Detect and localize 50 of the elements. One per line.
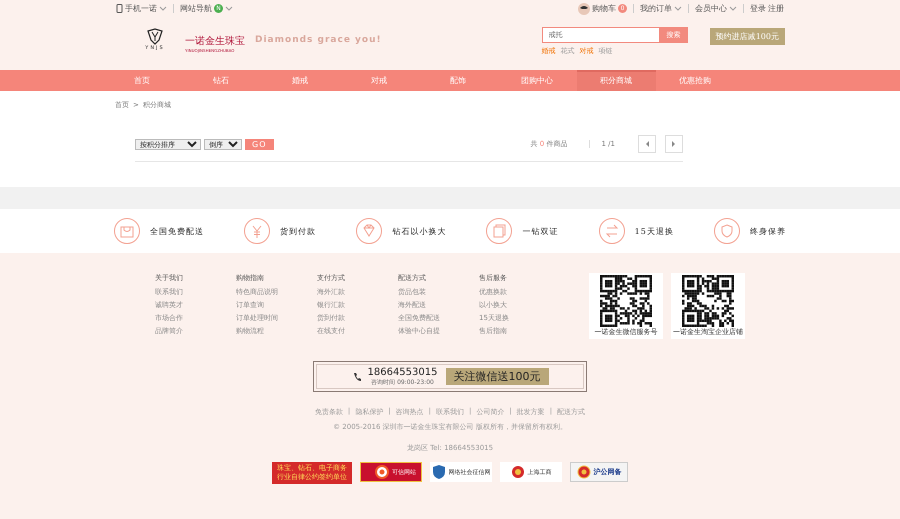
police-emblem-icon xyxy=(576,465,590,479)
brand-name: 一诺金生珠宝 xyxy=(185,34,245,48)
emblem-icon xyxy=(510,465,524,479)
swap-arrows-icon xyxy=(598,218,626,244)
left-triangle-icon xyxy=(644,140,650,148)
nav-tab[interactable]: 团购中心 xyxy=(498,70,576,91)
auth-link[interactable]: 登录 xyxy=(750,3,766,14)
feature-label: 货到付款 xyxy=(280,226,316,236)
auth-link[interactable]: 注册 xyxy=(768,3,784,14)
shield-emblem-icon xyxy=(432,465,446,479)
qr-code-drawing xyxy=(600,275,652,327)
feature-label: 全国免费配送 xyxy=(150,226,204,236)
caret-icon xyxy=(225,5,233,12)
swirl-emblem-icon xyxy=(375,465,389,479)
certificates-icon xyxy=(486,218,514,244)
shopping-bag-icon xyxy=(114,218,141,244)
phone-number: 18664553015 xyxy=(368,366,438,378)
top-link[interactable]: 网站导航 xyxy=(180,3,212,14)
top-link[interactable]: 手机一诺 xyxy=(125,3,157,14)
top-link[interactable]: 会员中心 xyxy=(695,3,727,14)
logo-diamond-icon xyxy=(146,27,164,45)
phone-icon xyxy=(352,372,362,382)
nav-tab[interactable]: 配饰 xyxy=(418,70,498,91)
previous-page-button[interactable] xyxy=(638,135,656,153)
top-link[interactable]: 我的订单 xyxy=(640,3,672,14)
caret-icon xyxy=(159,5,167,12)
cart-avatar-icon xyxy=(578,2,590,14)
nav-tab[interactable]: 首页 xyxy=(102,70,182,91)
right-triangle-icon xyxy=(671,140,677,148)
slogan: Diamonds grace you! xyxy=(255,34,382,45)
go-button[interactable]: GO xyxy=(245,138,274,150)
next-page-button[interactable] xyxy=(665,135,683,153)
yen-icon xyxy=(244,218,272,244)
caret-icon xyxy=(674,5,682,12)
feature-label: 15天退换 xyxy=(634,226,674,236)
feature-label: 终身保养 xyxy=(750,226,786,236)
nav-tab[interactable]: 婚戒 xyxy=(260,70,340,91)
feature-label: 一钻双证 xyxy=(522,226,558,236)
phone-icon xyxy=(116,4,123,13)
feature-label: 钻石以小换大 xyxy=(392,226,446,236)
cart-link[interactable]: 购物车 xyxy=(592,3,616,14)
qr-code-drawing xyxy=(682,275,734,327)
shield-icon xyxy=(714,218,741,244)
nav-tab[interactable]: 优惠抢购 xyxy=(656,70,734,91)
reserve-button[interactable]: 预约进店减100元 xyxy=(710,28,785,45)
nav-tab[interactable]: 积分商城 xyxy=(576,70,656,91)
caret-icon xyxy=(729,5,737,12)
nav-tab[interactable]: 钻石 xyxy=(182,70,260,91)
wechat-promo-label: 关注微信送100元 xyxy=(446,368,548,385)
nav-tab[interactable]: 对戒 xyxy=(340,70,418,91)
